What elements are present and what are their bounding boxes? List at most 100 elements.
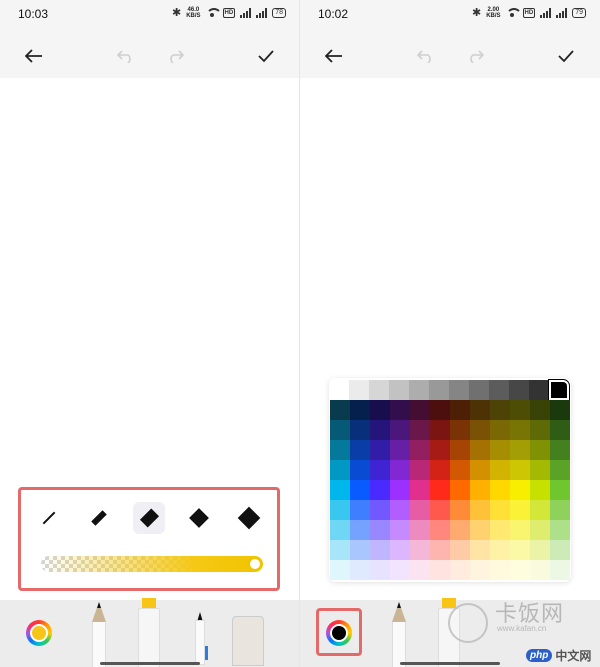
palette-color-swatch[interactable]	[530, 420, 550, 440]
palette-color-swatch[interactable]	[530, 440, 550, 460]
palette-gray-swatch[interactable]	[429, 380, 449, 400]
palette-color-swatch[interactable]	[490, 400, 510, 420]
palette-color-swatch[interactable]	[550, 440, 570, 460]
palette-color-swatch[interactable]	[370, 500, 390, 520]
drawing-canvas[interactable]	[0, 78, 300, 478]
palette-color-swatch[interactable]	[470, 400, 490, 420]
palette-color-swatch[interactable]	[470, 440, 490, 460]
palette-color-swatch[interactable]	[390, 520, 410, 540]
palette-gray-swatch[interactable]	[449, 380, 469, 400]
palette-gray-swatch[interactable]	[389, 380, 409, 400]
palette-color-swatch[interactable]	[430, 480, 450, 500]
palette-color-swatch[interactable]	[410, 420, 430, 440]
palette-gray-swatch[interactable]	[469, 380, 489, 400]
palette-color-swatch[interactable]	[430, 560, 450, 580]
palette-color-swatch[interactable]	[350, 480, 370, 500]
confirm-check-icon[interactable]	[554, 44, 578, 68]
palette-color-swatch[interactable]	[490, 500, 510, 520]
palette-gray-swatch[interactable]	[369, 380, 389, 400]
palette-color-swatch[interactable]	[470, 460, 490, 480]
palette-color-swatch[interactable]	[390, 560, 410, 580]
palette-color-swatch[interactable]	[410, 480, 430, 500]
palette-color-swatch[interactable]	[470, 500, 490, 520]
palette-color-swatch[interactable]	[350, 520, 370, 540]
palette-color-swatch[interactable]	[550, 460, 570, 480]
palette-color-swatch[interactable]	[510, 420, 530, 440]
palette-color-swatch[interactable]	[330, 540, 350, 560]
palette-color-swatch[interactable]	[390, 420, 410, 440]
palette-color-swatch[interactable]	[370, 440, 390, 460]
opacity-slider-handle[interactable]	[248, 557, 262, 571]
palette-color-swatch[interactable]	[510, 440, 530, 460]
palette-color-swatch[interactable]	[550, 420, 570, 440]
palette-color-swatch[interactable]	[530, 400, 550, 420]
undo-icon[interactable]	[114, 44, 138, 68]
palette-color-swatch[interactable]	[370, 520, 390, 540]
palette-color-swatch[interactable]	[430, 440, 450, 460]
palette-gray-swatch[interactable]	[489, 380, 509, 400]
palette-color-swatch[interactable]	[330, 460, 350, 480]
palette-color-swatch[interactable]	[450, 540, 470, 560]
palette-color-swatch[interactable]	[490, 520, 510, 540]
palette-color-swatch[interactable]	[350, 500, 370, 520]
back-arrow-icon[interactable]	[322, 44, 346, 68]
palette-color-swatch[interactable]	[330, 400, 350, 420]
palette-color-swatch[interactable]	[430, 540, 450, 560]
palette-color-swatch[interactable]	[490, 540, 510, 560]
palette-color-swatch[interactable]	[410, 440, 430, 460]
palette-color-swatch[interactable]	[410, 520, 430, 540]
palette-color-swatch[interactable]	[430, 460, 450, 480]
palette-color-swatch[interactable]	[470, 520, 490, 540]
palette-color-swatch[interactable]	[410, 540, 430, 560]
drawing-canvas[interactable]	[300, 78, 600, 378]
palette-color-swatch[interactable]	[530, 540, 550, 560]
palette-color-swatch[interactable]	[350, 560, 370, 580]
palette-color-swatch[interactable]	[490, 420, 510, 440]
palette-color-swatch[interactable]	[390, 500, 410, 520]
palette-color-swatch[interactable]	[370, 460, 390, 480]
palette-color-swatch[interactable]	[410, 460, 430, 480]
palette-color-swatch[interactable]	[510, 460, 530, 480]
palette-color-swatch[interactable]	[450, 440, 470, 460]
palette-color-swatch[interactable]	[510, 500, 530, 520]
palette-color-swatch[interactable]	[450, 420, 470, 440]
palette-color-swatch[interactable]	[450, 520, 470, 540]
palette-gray-swatch[interactable]	[509, 380, 529, 400]
palette-color-swatch[interactable]	[350, 460, 370, 480]
palette-color-swatch[interactable]	[390, 480, 410, 500]
palette-color-swatch[interactable]	[370, 480, 390, 500]
palette-color-swatch[interactable]	[550, 500, 570, 520]
palette-color-swatch[interactable]	[550, 540, 570, 560]
palette-color-swatch[interactable]	[350, 400, 370, 420]
undo-icon[interactable]	[414, 44, 438, 68]
palette-color-swatch[interactable]	[430, 420, 450, 440]
palette-color-swatch[interactable]	[550, 520, 570, 540]
brush-size-5[interactable]	[233, 502, 265, 534]
palette-color-swatch[interactable]	[490, 480, 510, 500]
palette-color-swatch[interactable]	[510, 480, 530, 500]
palette-color-swatch[interactable]	[370, 400, 390, 420]
palette-gray-swatch[interactable]	[549, 380, 569, 400]
eraser-tool[interactable]	[232, 616, 264, 666]
palette-color-swatch[interactable]	[470, 540, 490, 560]
palette-color-swatch[interactable]	[390, 540, 410, 560]
palette-color-swatch[interactable]	[390, 460, 410, 480]
palette-color-swatch[interactable]	[330, 420, 350, 440]
palette-color-swatch[interactable]	[350, 420, 370, 440]
palette-color-swatch[interactable]	[550, 400, 570, 420]
palette-color-swatch[interactable]	[530, 500, 550, 520]
palette-color-swatch[interactable]	[450, 560, 470, 580]
palette-color-swatch[interactable]	[330, 560, 350, 580]
palette-color-swatch[interactable]	[430, 400, 450, 420]
palette-color-swatch[interactable]	[470, 420, 490, 440]
palette-color-swatch[interactable]	[350, 540, 370, 560]
palette-color-swatch[interactable]	[350, 440, 370, 460]
palette-color-swatch[interactable]	[490, 440, 510, 460]
palette-color-swatch[interactable]	[470, 480, 490, 500]
back-arrow-icon[interactable]	[22, 44, 46, 68]
palette-color-swatch[interactable]	[390, 440, 410, 460]
redo-icon[interactable]	[463, 44, 487, 68]
palette-color-swatch[interactable]	[370, 540, 390, 560]
palette-color-swatch[interactable]	[510, 540, 530, 560]
palette-gray-swatch[interactable]	[409, 380, 429, 400]
